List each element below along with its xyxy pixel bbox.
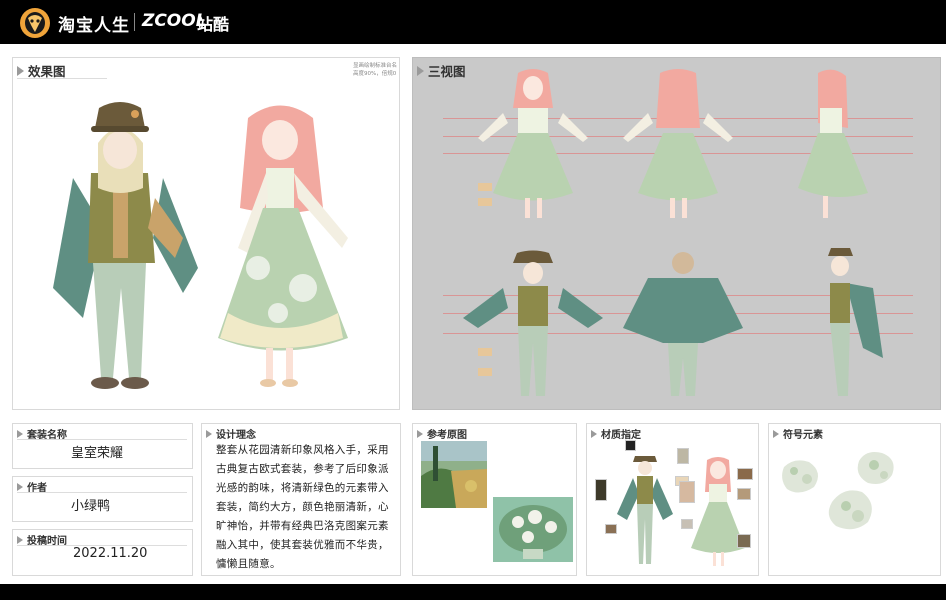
three-view-panel: 三视图 xyxy=(412,57,941,410)
taobao-life-logo-icon xyxy=(20,8,50,38)
design-concept-label-row: 设计理念 xyxy=(206,426,256,441)
brand-divider xyxy=(134,13,135,31)
effect-note: 显画绘制标准台名 高度90%，倍规0 xyxy=(353,63,398,77)
three-view-title: 三视图 xyxy=(417,61,466,80)
author-panel: 作者 小绿鸭 xyxy=(12,476,193,522)
female-side-view xyxy=(798,69,868,218)
material-panel: 材质指定 xyxy=(586,423,759,576)
male-side-view xyxy=(828,248,883,396)
female-front-view xyxy=(478,69,588,218)
label-underline xyxy=(17,492,187,493)
symbol-pattern-2 xyxy=(857,452,894,484)
material-male-figure xyxy=(617,456,673,564)
material-swatch xyxy=(681,519,693,529)
effect-panel: 效果图 显画绘制标准台名 高度90%，倍规0 xyxy=(12,57,400,410)
section-marker-icon xyxy=(417,65,424,76)
section-marker-icon xyxy=(591,429,597,438)
reference-panel: 参考原图 xyxy=(412,423,577,576)
section-marker-icon xyxy=(773,429,779,438)
symbols-label-row: 符号元素 xyxy=(773,426,823,441)
material-swatch xyxy=(679,481,695,503)
outfit-name-panel: 套装名称 皇室荣耀 xyxy=(12,423,193,469)
material-label: 材质指定 xyxy=(601,430,641,441)
section-marker-icon xyxy=(17,429,23,438)
outfit-name-value: 皇室荣耀 xyxy=(71,446,124,461)
male-front-view xyxy=(463,250,603,396)
material-swatch xyxy=(737,488,751,500)
material-swatch xyxy=(625,440,636,451)
top-bar: 淘宝人生 ZCOOL 站酷 xyxy=(0,0,946,44)
design-concept-text: 整套从花园清新印象风格入手，采用古典复古欧式套装，参考了后印象派光感的韵味，将清… xyxy=(216,444,389,570)
section-marker-icon xyxy=(206,429,212,438)
material-swatch xyxy=(737,468,753,480)
symbols-panel: 符号元素 xyxy=(768,423,941,576)
symbols-label: 符号元素 xyxy=(783,430,823,441)
design-concept-panel: 设计理念 整套从花园清新印象风格入手，采用古典复古欧式套装，参考了后印象派光感的… xyxy=(201,423,401,576)
reference-painting-garden xyxy=(421,441,487,508)
author-value: 小绿鸭 xyxy=(71,499,111,514)
reference-label: 参考原图 xyxy=(427,430,467,441)
submit-time-panel: 投稿时间 2022.11.20 xyxy=(12,529,193,576)
bottom-bar xyxy=(0,584,946,600)
material-swatch xyxy=(595,479,607,501)
reference-label-row: 参考原图 xyxy=(417,426,467,441)
female-character-illustration xyxy=(218,105,348,387)
brand-zcool-cn: 站酷 xyxy=(197,15,230,34)
symbol-pattern-3 xyxy=(828,490,872,530)
section-marker-icon xyxy=(17,65,24,76)
submit-time-value: 2022.11.20 xyxy=(73,546,148,561)
material-swatch xyxy=(677,448,689,464)
design-concept-label: 设计理念 xyxy=(216,430,256,441)
section-marker-icon xyxy=(417,429,423,438)
label-underline xyxy=(17,439,187,440)
female-back-view xyxy=(623,69,733,218)
title-underline xyxy=(17,78,107,79)
material-swatch xyxy=(605,524,617,534)
material-label-row: 材质指定 xyxy=(591,426,641,441)
symbol-pattern-1 xyxy=(782,460,818,493)
brand-taobao: 淘宝人生 xyxy=(58,16,130,36)
material-swatch xyxy=(737,534,751,548)
male-character-illustration xyxy=(53,102,198,389)
section-marker-icon xyxy=(17,535,23,544)
section-marker-icon xyxy=(17,482,23,491)
reference-painting-roses xyxy=(493,497,573,562)
male-back-view xyxy=(623,252,743,396)
